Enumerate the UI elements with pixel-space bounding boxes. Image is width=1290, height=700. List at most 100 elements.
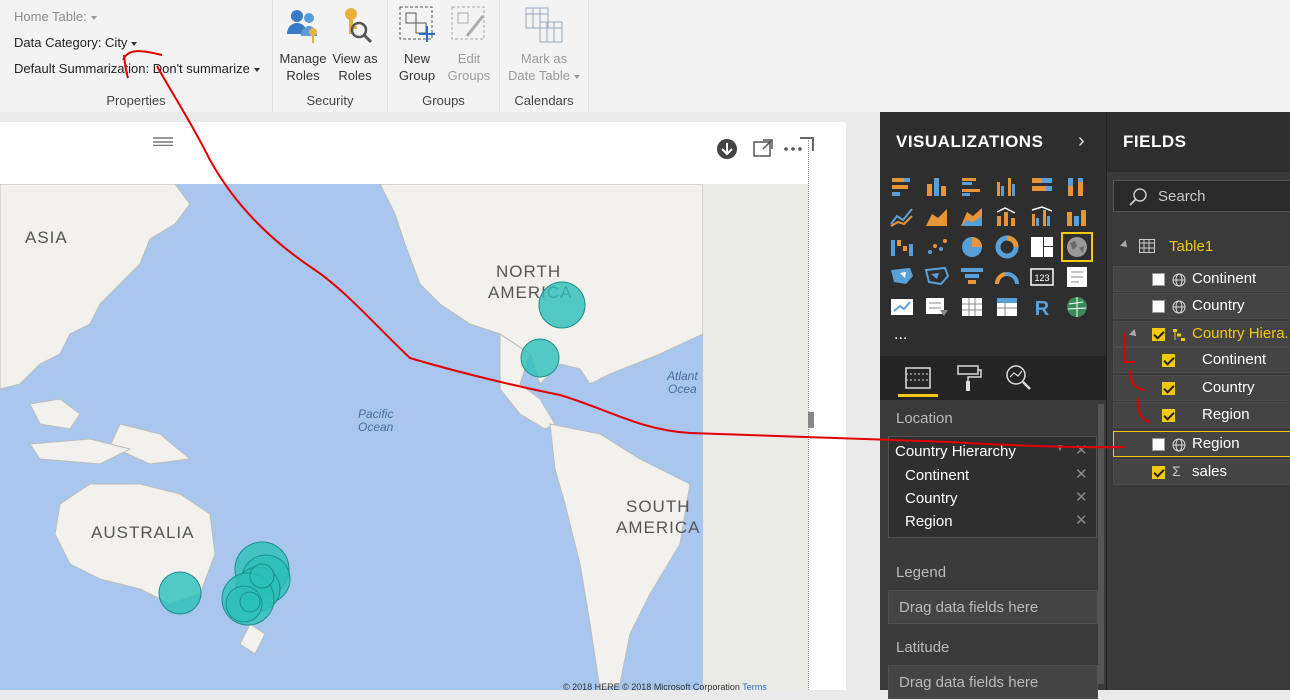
field-checkbox[interactable] <box>1152 328 1165 341</box>
location-item-country[interactable]: Country <box>905 490 958 507</box>
collapse-triangle-icon[interactable] <box>1120 240 1130 250</box>
mark-as-date-table-button[interactable]: Mark as Date Table <box>502 4 586 84</box>
card-icon[interactable]: 123 <box>1028 264 1056 290</box>
table-node[interactable]: Table1 <box>1107 234 1290 260</box>
scatter-chart-icon[interactable] <box>923 234 951 260</box>
map-icon[interactable] <box>1061 232 1093 262</box>
line-and-clustered-column-icon[interactable] <box>1028 204 1056 230</box>
properties-group-label: Properties <box>106 93 166 108</box>
more-visuals-icon[interactable]: ... <box>894 326 907 344</box>
location-item-continent[interactable]: Continent <box>905 467 969 484</box>
arcgis-map-icon[interactable] <box>1063 294 1091 320</box>
field-expand-icon[interactable]: ▼ <box>1055 443 1065 454</box>
field-checkbox[interactable] <box>1162 409 1175 422</box>
home-table-dropdown[interactable]: Home Table: <box>14 9 97 24</box>
stacked-bar-chart-icon[interactable] <box>888 174 916 200</box>
kpi-icon[interactable] <box>888 294 916 320</box>
funnel-chart-icon[interactable] <box>958 264 986 290</box>
format-paint-roller-icon[interactable] <box>948 362 988 394</box>
field-checkbox[interactable] <box>1152 438 1165 451</box>
location-item-region[interactable]: Region <box>905 513 953 530</box>
remove-region-icon[interactable]: ✕ <box>1075 511 1088 529</box>
fields-search-input[interactable]: Search <box>1113 180 1290 212</box>
multi-row-card-icon[interactable] <box>1063 264 1091 290</box>
shape-map-icon[interactable] <box>923 264 951 290</box>
clustered-column-chart-icon[interactable] <box>993 174 1021 200</box>
manage-roles-button[interactable]: Manage Roles <box>277 4 329 84</box>
map-canvas[interactable]: ASIA NORTH AMERICA SOUTH AMERICA AUSTRAL… <box>0 184 703 690</box>
location-well[interactable]: Country Hierarchy ▼ ✕ Continent ✕ Countr… <box>888 436 1097 538</box>
mark-date-table-line2-text: Date Table <box>508 68 570 83</box>
field-row-continent[interactable]: Continent <box>1113 266 1290 292</box>
remove-country-icon[interactable]: ✕ <box>1075 488 1088 506</box>
visualizations-scrollbar[interactable] <box>1098 404 1104 684</box>
field-label: sales <box>1192 463 1228 480</box>
line-and-column-icon[interactable] <box>993 204 1021 230</box>
slicer-icon[interactable] <box>923 294 951 320</box>
field-checkbox[interactable] <box>1152 273 1165 286</box>
view-as-roles-button[interactable]: View as Roles <box>329 4 381 84</box>
collapse-triangle-icon[interactable] <box>1129 329 1139 339</box>
treemap-icon[interactable] <box>1028 234 1056 260</box>
map-bubble[interactable] <box>249 563 275 589</box>
field-checkbox[interactable] <box>1152 466 1165 479</box>
edit-groups-line1: Edit <box>457 51 481 66</box>
data-category-label: Data Category: City <box>14 35 128 50</box>
r-script-visual-icon[interactable]: R <box>1028 294 1056 320</box>
legend-drop-zone[interactable]: Drag data fields here <box>888 590 1098 624</box>
drag-grip-icon[interactable] <box>153 136 173 146</box>
field-row-country[interactable]: Country <box>1113 293 1290 319</box>
default-summarization-dropdown[interactable]: Default Summarization: Don't summarize <box>14 61 260 76</box>
gauge-icon[interactable] <box>993 264 1021 290</box>
map-bubble[interactable] <box>158 571 202 615</box>
mark-date-table-line1: Mark as <box>520 51 568 66</box>
terms-link[interactable]: Terms <box>742 682 767 692</box>
field-label: Continent <box>1192 270 1257 287</box>
waterfall-chart-icon[interactable] <box>888 234 916 260</box>
field-checkbox[interactable] <box>1162 382 1175 395</box>
chevron-down-icon <box>131 41 138 46</box>
matrix-icon[interactable] <box>993 294 1021 320</box>
clustered-bar-chart-icon[interactable] <box>958 174 986 200</box>
drill-down-icon[interactable] <box>716 138 738 160</box>
map-bubble[interactable] <box>520 338 560 378</box>
ribbon-chart-icon[interactable] <box>1063 204 1091 230</box>
remove-field-icon[interactable]: ✕ <box>1075 441 1088 459</box>
100-stacked-bar-icon[interactable] <box>1028 174 1056 200</box>
resize-handle-right[interactable] <box>808 412 814 428</box>
resize-handle-top-right[interactable] <box>800 137 814 151</box>
remove-continent-icon[interactable]: ✕ <box>1075 465 1088 483</box>
table-icon[interactable] <box>958 294 986 320</box>
map-side-strip <box>703 184 808 690</box>
fields-tab-icon[interactable] <box>898 362 938 397</box>
map-bubble[interactable] <box>538 281 586 329</box>
field-row-country-hierarchy[interactable]: Country Hiera... <box>1113 321 1290 347</box>
analytics-magnifier-icon[interactable] <box>998 362 1038 394</box>
pie-chart-icon[interactable] <box>958 234 986 260</box>
field-row-hierarchy-continent[interactable]: Continent <box>1113 347 1290 373</box>
field-row-hierarchy-region[interactable]: Region <box>1113 402 1290 428</box>
field-row-sales[interactable]: Σ sales <box>1113 459 1290 485</box>
edit-groups-line2: Groups <box>447 68 491 83</box>
stacked-column-chart-icon[interactable] <box>923 174 951 200</box>
donut-chart-icon[interactable] <box>993 234 1021 260</box>
field-row-region[interactable]: Region <box>1113 431 1290 457</box>
area-chart-icon[interactable] <box>923 204 951 230</box>
filled-map-icon[interactable] <box>888 264 916 290</box>
new-group-line2: Group <box>398 68 436 83</box>
map-bubble[interactable] <box>239 591 261 613</box>
latitude-drop-zone[interactable]: Drag data fields here <box>888 665 1098 699</box>
visualization-tabs <box>880 356 1106 400</box>
focus-mode-icon[interactable] <box>752 138 774 160</box>
new-group-button[interactable]: New Group <box>392 4 442 84</box>
line-chart-icon[interactable] <box>888 204 916 230</box>
data-category-dropdown[interactable]: Data Category: City <box>14 35 138 50</box>
stacked-area-chart-icon[interactable] <box>958 204 986 230</box>
collapse-chevron-icon[interactable]: › <box>1078 130 1085 153</box>
field-checkbox[interactable] <box>1162 354 1175 367</box>
field-row-hierarchy-country[interactable]: Country <box>1113 375 1290 401</box>
field-checkbox[interactable] <box>1152 300 1165 313</box>
table-icon <box>1139 239 1155 253</box>
100-stacked-column-icon[interactable] <box>1063 174 1091 200</box>
edit-groups-button[interactable]: Edit Groups <box>444 4 494 84</box>
